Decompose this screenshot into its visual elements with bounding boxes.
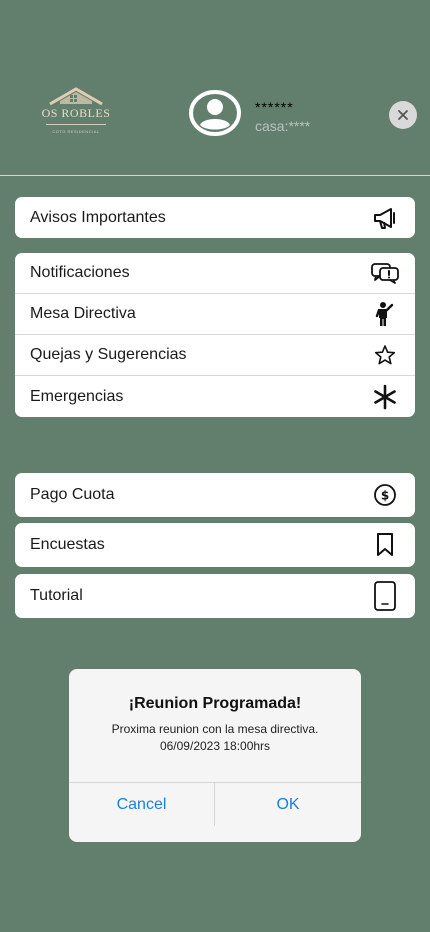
svg-text:$: $ [381,489,389,503]
menu-item-quejas-sugerencias[interactable]: Quejas y Sugerencias [15,335,415,376]
app-header: OS ROBLES COTO RESIDENCIAL ****** casa:*… [0,0,430,176]
bookmark-icon [371,531,399,559]
menu-item-avisos-importantes[interactable]: Avisos Importantes [15,197,415,238]
menu-item-label: Quejas y Sugerencias [30,346,187,363]
close-button[interactable] [389,101,417,129]
menu-item-encuestas[interactable]: Encuestas [15,523,415,567]
cancel-button[interactable]: Cancel [69,783,214,827]
menu-card-tutorial: Tutorial [15,574,415,618]
person-icon [371,300,399,328]
menu-item-notificaciones[interactable]: Notificaciones [15,253,415,294]
menu-item-mesa-directiva[interactable]: Mesa Directiva [15,294,415,335]
dialog-title: ¡Reunion Programada! [128,695,302,712]
menu-item-tutorial[interactable]: Tutorial [15,574,415,618]
menu-item-label: Encuestas [30,536,105,553]
ok-button[interactable]: OK [215,783,361,827]
menu-item-label: Notificaciones [30,264,130,281]
phone-icon [371,581,399,611]
menu-card-main: Notificaciones Mesa Directiva Quejas y S… [15,253,415,417]
menu-item-emergencias[interactable]: Emergencias [15,376,415,417]
header-divider [0,175,430,176]
dialog-message-line1: Proxima reunion con la mesa directiva. [111,722,319,736]
avatar-icon[interactable] [189,90,241,136]
asterisk-icon [371,383,399,411]
logo-line [46,124,106,125]
menu-card-encuestas: Encuestas [15,523,415,567]
menu-item-label: Pago Cuota [30,486,115,503]
user-house: casa:**** [255,118,311,134]
menu-card-pago: Pago Cuota $ [15,473,415,517]
menu-item-pago-cuota[interactable]: Pago Cuota $ [15,473,415,517]
dollar-circle-icon: $ [371,481,399,509]
menu-item-label: Mesa Directiva [30,305,136,322]
dialog-message-line2: 06/09/2023 18:00hrs [159,739,271,753]
logo-text: OS ROBLES [41,106,111,120]
megaphone-icon [371,204,399,232]
close-icon [398,110,408,120]
menu-item-label: Tutorial [30,587,83,604]
star-icon [371,341,399,369]
menu-item-label: Avisos Importantes [30,208,166,226]
menu-item-label: Emergencias [30,387,124,405]
menu-card-avisos: Avisos Importantes [15,197,415,238]
logo-subtext: COTO RESIDENCIAL [52,129,100,134]
meeting-alert-dialog: ¡Reunion Programada! Proxima reunion con… [69,669,361,842]
chat-alert-icon [371,259,399,287]
dialog-message: Proxima reunion con la mesa directiva. 0… [79,721,351,755]
logo: OS ROBLES COTO RESIDENCIAL [40,86,112,140]
user-name: ****** [255,99,294,115]
